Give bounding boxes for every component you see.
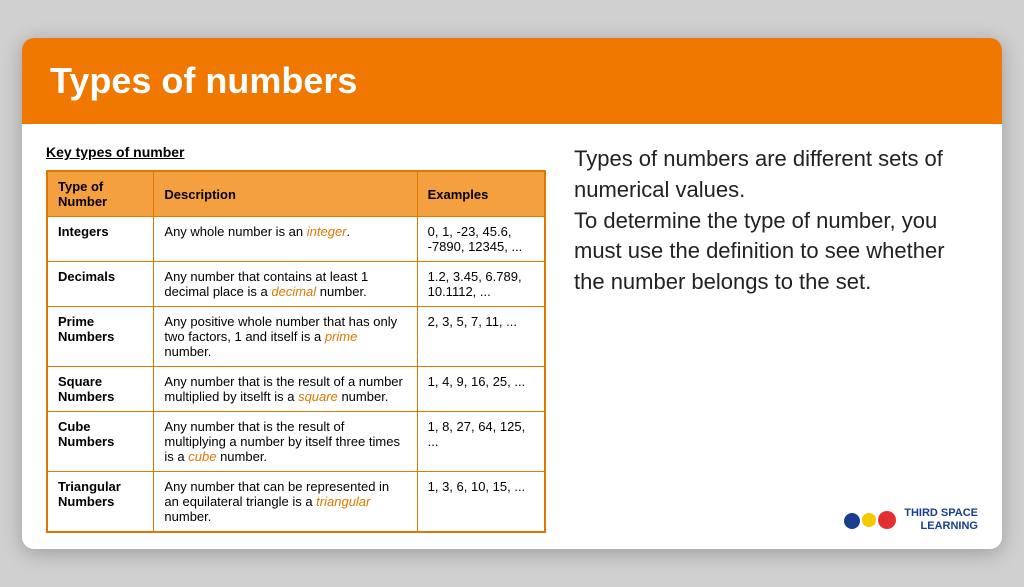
cell-examples: 0, 1, -23, 45.6, -7890, 12345, ...: [417, 217, 545, 262]
paragraph-1: Types of numbers are different sets of n…: [574, 144, 978, 206]
cell-description: Any number that contains at least 1 deci…: [154, 262, 417, 307]
cell-examples: 2, 3, 5, 7, 11, ...: [417, 307, 545, 367]
cell-type: Prime Numbers: [47, 307, 154, 367]
logo-text: THIRD SPACE LEARNING: [904, 507, 978, 533]
logo-area: THIRD SPACE LEARNING: [574, 507, 978, 533]
col-examples: Examples: [417, 171, 545, 217]
cell-type: Integers: [47, 217, 154, 262]
table-header: Type of Number Description Examples: [47, 171, 545, 217]
cell-examples: 1, 8, 27, 64, 125, ...: [417, 412, 545, 472]
cell-type: Triangular Numbers: [47, 472, 154, 533]
table-row: Triangular NumbersAny number that can be…: [47, 472, 545, 533]
section-title: Key types of number: [46, 144, 546, 160]
card: Types of numbers Key types of number Typ…: [22, 38, 1002, 549]
table-row: DecimalsAny number that contains at leas…: [47, 262, 545, 307]
cell-description: Any number that is the result of multipl…: [154, 412, 417, 472]
circle-yellow: [862, 513, 876, 527]
left-panel: Key types of number Type of Number Descr…: [46, 144, 546, 533]
highlight-word: square: [298, 389, 338, 404]
right-panel: Types of numbers are different sets of n…: [574, 144, 978, 533]
highlight-word: triangular: [316, 494, 370, 509]
highlight-word: integer: [307, 224, 347, 239]
content-area: Key types of number Type of Number Descr…: [22, 124, 1002, 549]
cell-examples: 1.2, 3.45, 6.789, 10.1112, ...: [417, 262, 545, 307]
table-body: IntegersAny whole number is an integer.0…: [47, 217, 545, 533]
col-type: Type of Number: [47, 171, 154, 217]
header: Types of numbers: [22, 38, 1002, 124]
col-description: Description: [154, 171, 417, 217]
paragraph-2: To determine the type of number, you mus…: [574, 206, 978, 298]
right-text-block: Types of numbers are different sets of n…: [574, 144, 978, 298]
logo-icon: [844, 511, 896, 529]
cell-description: Any number that can be represented in an…: [154, 472, 417, 533]
table-row: Cube NumbersAny number that is the resul…: [47, 412, 545, 472]
cell-examples: 1, 4, 9, 16, 25, ...: [417, 367, 545, 412]
cell-examples: 1, 3, 6, 10, 15, ...: [417, 472, 545, 533]
table-row: IntegersAny whole number is an integer.0…: [47, 217, 545, 262]
page-title: Types of numbers: [50, 60, 974, 102]
highlight-word: decimal: [271, 284, 316, 299]
cell-type: Square Numbers: [47, 367, 154, 412]
table-header-row: Type of Number Description Examples: [47, 171, 545, 217]
table-row: Square NumbersAny number that is the res…: [47, 367, 545, 412]
cell-type: Cube Numbers: [47, 412, 154, 472]
highlight-word: prime: [325, 329, 358, 344]
cell-description: Any number that is the result of a numbe…: [154, 367, 417, 412]
table-row: Prime NumbersAny positive whole number t…: [47, 307, 545, 367]
number-types-table: Type of Number Description Examples Inte…: [46, 170, 546, 533]
circle-red: [878, 511, 896, 529]
cell-description: Any positive whole number that has only …: [154, 307, 417, 367]
circle-blue: [844, 513, 860, 529]
highlight-word: cube: [188, 449, 216, 464]
cell-type: Decimals: [47, 262, 154, 307]
cell-description: Any whole number is an integer.: [154, 217, 417, 262]
